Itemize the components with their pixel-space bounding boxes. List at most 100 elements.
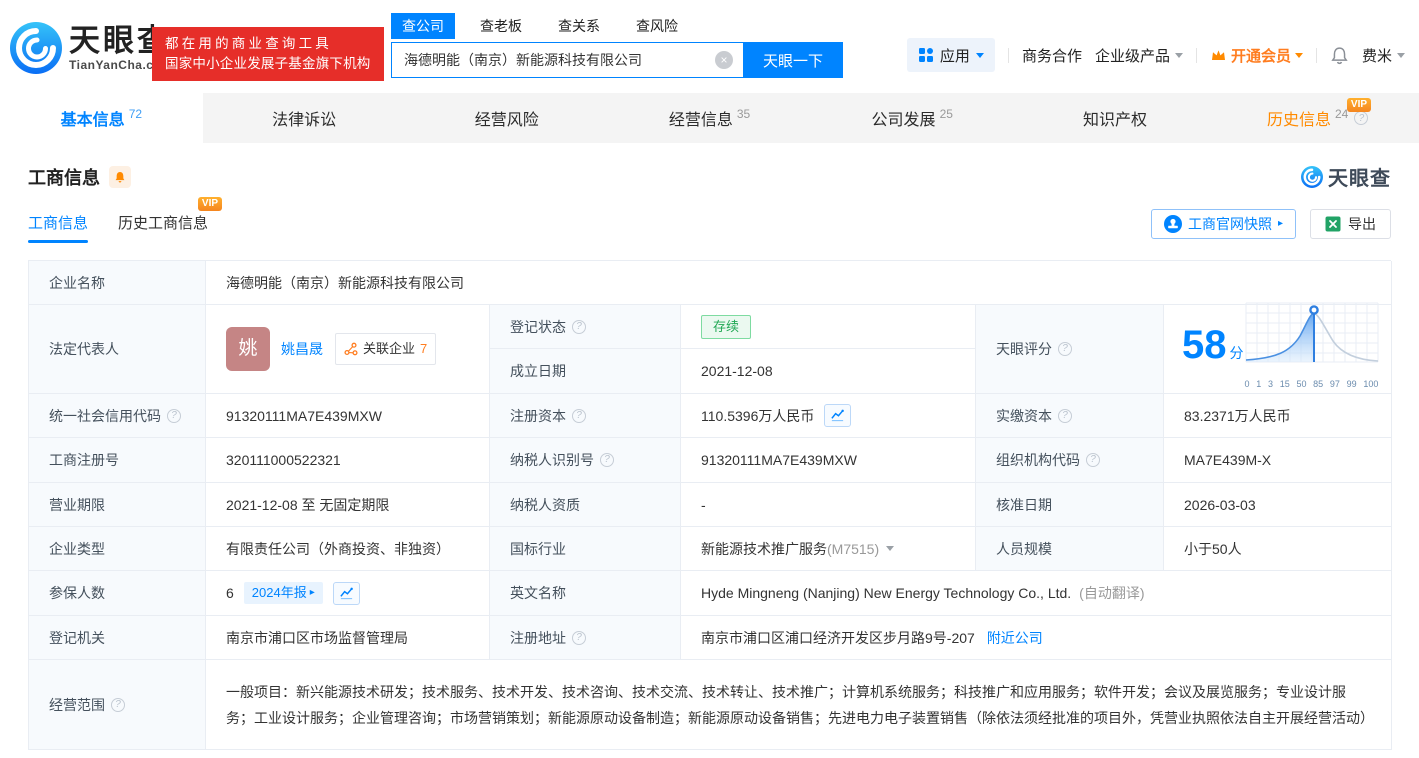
value-company-name: 海德明能（南京）新能源科技有限公司	[206, 261, 1392, 305]
user-menu[interactable]: 费米	[1362, 45, 1405, 66]
value-industry[interactable]: 新能源技术推广服务 (M7515)	[681, 527, 976, 571]
label-english-name: 英文名称	[490, 571, 681, 616]
clear-search-icon[interactable]	[715, 51, 733, 69]
vip-badge: VIP	[197, 197, 223, 211]
value-company-type: 有限责任公司（外商投资、非独资）	[206, 527, 490, 571]
label-company-name: 企业名称	[29, 261, 206, 305]
related-companies-badge[interactable]: 关联企业 7	[335, 333, 437, 365]
help-icon[interactable]	[111, 697, 125, 712]
username: 费米	[1361, 47, 1392, 65]
crown-icon	[1211, 49, 1225, 60]
label-credit-code: 统一社会信用代码	[29, 394, 206, 438]
help-icon[interactable]	[1086, 453, 1100, 467]
value-tianyan-score[interactable]: 58 分 0 1 3 15 50 85 97 99 100	[1164, 302, 1392, 394]
tab-company-development[interactable]: 公司发展 25	[811, 93, 1014, 143]
value-organization-code: MA7E439M-X	[1164, 438, 1392, 483]
search-input[interactable]	[391, 42, 743, 78]
registration-info-table: 企业名称 海德明能（南京）新能源科技有限公司 法定代表人 姚 姚昌晟 关联企业 …	[28, 260, 1392, 750]
subtab-history-registration[interactable]: VIP 历史工商信息	[118, 197, 223, 243]
score-value: 58	[1182, 323, 1227, 367]
help-icon[interactable]	[572, 408, 586, 423]
chevron-down-icon[interactable]	[886, 546, 895, 551]
section-title: 工商信息	[28, 167, 100, 188]
tab-count: 24	[1335, 107, 1349, 121]
excel-icon	[1325, 216, 1341, 231]
chevron-down-icon	[1397, 52, 1405, 58]
label-business-term: 营业期限	[29, 483, 206, 527]
legal-rep-name-link[interactable]: 姚昌晟	[281, 337, 323, 361]
open-vip-menu[interactable]: 开通会员	[1210, 45, 1303, 66]
search-tab-relation[interactable]: 查关系	[547, 13, 611, 39]
export-button[interactable]: 导出	[1310, 208, 1391, 239]
tianyancha-logo-icon	[10, 22, 62, 74]
label-staff-size: 人员规模	[976, 527, 1164, 571]
banner-line1: 都在用的商业查询工具	[165, 36, 332, 51]
value-english-name: Hyde Mingneng (Nanjing) New Energy Techn…	[681, 571, 1392, 616]
site-header: 天眼查 TianYanCha.com 都在用的商业查询工具 国家中小企业发展子基…	[0, 0, 1419, 93]
search-button[interactable]: 天眼一下	[743, 42, 843, 78]
value-insured-count: 6 2024年报 ▸	[206, 571, 490, 616]
label-insured-count: 参保人数	[29, 571, 206, 616]
notifications-button[interactable]	[1330, 46, 1349, 65]
value-business-scope: 一般项目：新兴能源技术研发；技术服务、技术开发、技术咨询、技术交流、技术转让、技…	[206, 660, 1392, 750]
watermark-text: 天眼查	[1328, 168, 1391, 190]
nav-divider	[1195, 47, 1197, 63]
help-icon[interactable]	[1058, 342, 1072, 356]
label-registered-capital: 注册资本	[490, 394, 681, 438]
tab-history-info[interactable]: VIP 历史信息 24	[1216, 93, 1419, 143]
value-registration-status: 存续	[681, 305, 976, 349]
annual-report-badge[interactable]: 2024年报 ▸	[243, 582, 323, 604]
vip-badge: VIP	[1346, 98, 1372, 112]
help-icon[interactable]	[1354, 111, 1369, 125]
value-approval-date: 2026-03-03	[1164, 483, 1392, 527]
tab-business-info[interactable]: 经营信息 35	[608, 93, 811, 143]
tab-legal-proceedings[interactable]: 法律诉讼	[203, 93, 406, 143]
tianyancha-logo[interactable]: 天眼查 TianYanCha.com	[10, 22, 172, 74]
tab-intellectual-property[interactable]: 知识产权	[1014, 93, 1217, 143]
help-icon[interactable]	[1058, 408, 1072, 423]
apps-menu[interactable]: 应用	[906, 38, 995, 72]
score-marker	[1308, 305, 1319, 315]
search-tab-company[interactable]: 查公司	[391, 13, 455, 39]
enterprise-products-menu[interactable]: 企业级产品	[1095, 45, 1183, 66]
help-icon[interactable]	[572, 630, 586, 645]
arrow-right-icon: ▸	[1277, 218, 1283, 229]
label-registration-number: 工商注册号	[29, 438, 206, 483]
official-snapshot-button[interactable]: 工商官网快照 ▸	[1150, 208, 1296, 239]
search-tab-boss[interactable]: 查老板	[469, 13, 533, 39]
trend-chart-icon	[340, 587, 353, 599]
chevron-down-icon	[1174, 52, 1183, 58]
value-registration-number: 320111000522321	[206, 438, 490, 483]
company-tabbar: 基本信息 72 法律诉讼 经营风险 经营信息 35 公司发展 25 知识产权 VIP …	[0, 93, 1419, 143]
monitor-bell-button[interactable]	[109, 165, 131, 188]
enterprise-products-label: 企业级产品	[1094, 47, 1170, 65]
label-legal-representative: 法定代表人	[29, 305, 206, 394]
score-curve	[1245, 302, 1378, 363]
tab-operating-risk[interactable]: 经营风险	[405, 93, 608, 143]
subtab-current-registration[interactable]: 工商信息	[28, 212, 89, 243]
label-taxpayer-id: 纳税人识别号	[490, 438, 681, 483]
nearby-companies-link[interactable]: 附近公司	[987, 626, 1043, 650]
label-organization-code: 组织机构代码	[976, 438, 1164, 483]
help-icon[interactable]	[167, 408, 181, 423]
legal-rep-avatar[interactable]: 姚	[226, 327, 270, 371]
search-tab-risk[interactable]: 查风险	[625, 13, 689, 39]
capital-trend-button[interactable]	[824, 404, 852, 427]
promo-banner: 都在用的商业查询工具 国家中小企业发展子基金旗下机构	[152, 27, 384, 81]
tab-basic-info[interactable]: 基本信息 72	[0, 93, 203, 143]
help-icon[interactable]	[572, 319, 586, 334]
business-cooperation-link[interactable]: 商务合作	[1022, 45, 1082, 66]
label-company-type: 企业类型	[29, 527, 206, 571]
value-credit-code: 91320111MA7E439MXW	[206, 394, 490, 438]
bell-icon	[115, 171, 125, 182]
help-icon[interactable]	[600, 453, 614, 467]
insured-trend-button[interactable]	[332, 581, 360, 605]
label-registration-status: 登记状态	[490, 305, 681, 349]
search-tabs: 查公司 查老板 查关系 查风险	[391, 13, 843, 39]
label-approval-date: 核准日期	[976, 483, 1164, 527]
score-unit: 分	[1229, 345, 1244, 361]
label-registry-authority: 登记机关	[29, 616, 206, 660]
label-industry: 国标行业	[490, 527, 681, 571]
watermark-logo: 天眼查	[1301, 162, 1391, 191]
value-taxpayer-quality: -	[681, 483, 976, 527]
